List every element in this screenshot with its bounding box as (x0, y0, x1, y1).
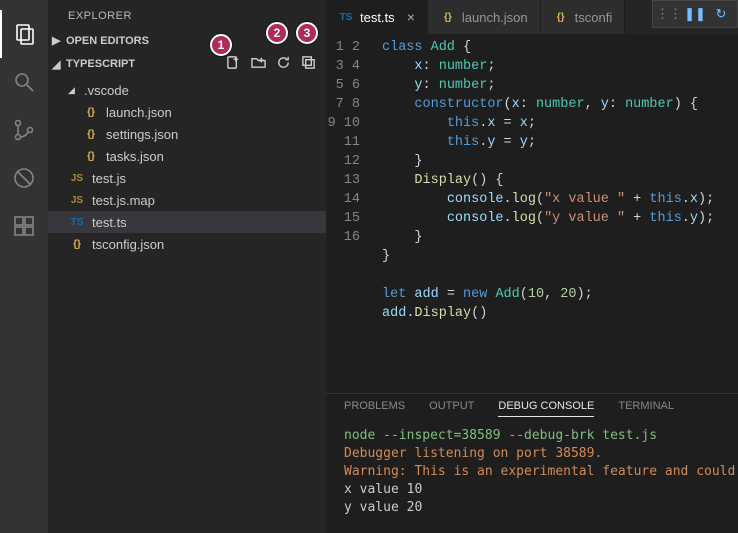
ts-icon: TS (338, 12, 354, 23)
debug-toolbar[interactable]: ⋮⋮ ❚❚ ↻ (652, 0, 738, 28)
file-label: tasks.json (106, 149, 164, 164)
file-test-js-map[interactable]: JS test.js.map (48, 189, 326, 211)
panel-tabs: PROBLEMS OUTPUT DEBUG CONSOLE TERMINAL (326, 394, 738, 421)
panel-tab-debug-console[interactable]: DEBUG CONSOLE (498, 400, 594, 417)
json-icon: {} (82, 107, 100, 118)
file-label: tsconfig.json (92, 237, 164, 252)
json-icon: {} (553, 12, 569, 23)
debug-console-output[interactable]: node --inspect=38589 --debug-brk test.js… (326, 421, 738, 533)
project-label: TYPESCRIPT (66, 58, 135, 70)
folder-label: .vscode (84, 83, 129, 98)
file-label: test.js (92, 171, 126, 186)
grip-icon[interactable]: ⋮⋮ (661, 6, 677, 22)
callout-3: 3 (296, 22, 318, 44)
js-icon: JS (68, 173, 86, 184)
code-editor[interactable]: 1 2 3 4 5 6 7 8 9 10 11 12 13 14 15 16 c… (326, 34, 738, 393)
json-icon: {} (82, 129, 100, 140)
file-launch-json[interactable]: {} launch.json (48, 101, 326, 123)
file-label: launch.json (106, 105, 172, 120)
folder-vscode[interactable]: ◢ .vscode (48, 79, 326, 101)
file-test-ts[interactable]: TS test.ts (48, 211, 326, 233)
panel-tab-output[interactable]: OUTPUT (429, 400, 474, 417)
panel-tab-problems[interactable]: PROBLEMS (344, 400, 405, 417)
source-control-icon[interactable] (0, 106, 48, 154)
file-settings-json[interactable]: {} settings.json (48, 123, 326, 145)
line-gutter: 1 2 3 4 5 6 7 8 9 10 11 12 13 14 15 16 (326, 34, 374, 393)
ts-icon: TS (68, 217, 86, 228)
file-test-js[interactable]: JS test.js (48, 167, 326, 189)
pause-icon[interactable]: ❚❚ (687, 6, 703, 22)
json-icon: {} (440, 12, 456, 23)
file-tsconfig-json[interactable]: {} tsconfig.json (48, 233, 326, 255)
file-tree: ◢ .vscode {} launch.json {} settings.jso… (48, 77, 326, 257)
chevron-down-icon: ◢ (68, 85, 78, 96)
tab-launch-json[interactable]: {} launch.json (428, 0, 541, 34)
tab-test-ts[interactable]: TS test.ts × (326, 0, 428, 34)
callout-1: 1 (210, 34, 232, 56)
editor-group: TS test.ts × {} launch.json {} tsconfi ⋮… (326, 0, 738, 533)
collapse-all-icon[interactable] (301, 55, 316, 73)
code-content[interactable]: class Add { x: number; y: number; constr… (374, 34, 738, 393)
close-icon[interactable]: × (407, 9, 415, 25)
callout-2: 2 (266, 22, 288, 44)
refresh-icon[interactable] (276, 55, 291, 73)
new-file-icon[interactable] (226, 55, 241, 73)
tab-label: test.ts (360, 10, 395, 25)
section-actions (226, 55, 316, 73)
file-label: test.js.map (92, 193, 155, 208)
chevron-down-icon: ◢ (52, 58, 64, 71)
file-label: settings.json (106, 127, 178, 142)
step-over-icon[interactable]: ↻ (713, 6, 729, 22)
project-section[interactable]: ◢ TYPESCRIPT (48, 51, 326, 77)
tab-label: tsconfi (575, 10, 613, 25)
extensions-icon[interactable] (0, 202, 48, 250)
open-editors-label: OPEN EDITORS (66, 35, 149, 47)
tab-tsconfig[interactable]: {} tsconfi (541, 0, 626, 34)
panel-tab-terminal[interactable]: TERMINAL (618, 400, 674, 417)
json-icon: {} (82, 151, 100, 162)
tab-label: launch.json (462, 10, 528, 25)
debug-icon[interactable] (0, 154, 48, 202)
file-tasks-json[interactable]: {} tasks.json (48, 145, 326, 167)
activity-bar (0, 0, 48, 533)
new-folder-icon[interactable] (251, 55, 266, 73)
js-icon: JS (68, 195, 86, 206)
sidebar: EXPLORER ▶ OPEN EDITORS ◢ TYPESCRIPT 1 2… (48, 0, 326, 533)
json-icon: {} (68, 239, 86, 250)
search-icon[interactable] (0, 58, 48, 106)
explorer-icon[interactable] (0, 10, 48, 58)
editor-tabs: TS test.ts × {} launch.json {} tsconfi ⋮… (326, 0, 738, 34)
chevron-right-icon: ▶ (52, 34, 64, 47)
bottom-panel: PROBLEMS OUTPUT DEBUG CONSOLE TERMINAL n… (326, 393, 738, 533)
file-label: test.ts (92, 215, 127, 230)
